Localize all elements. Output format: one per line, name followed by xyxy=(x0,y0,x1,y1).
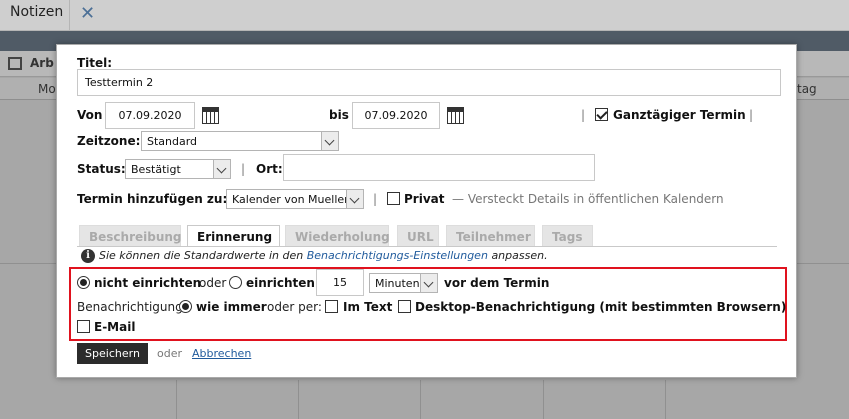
calendar-grid-line xyxy=(543,380,544,419)
from-label: Von xyxy=(77,108,103,122)
tools-icon[interactable]: ✕ xyxy=(80,3,95,24)
app-toolbar: Notizen ✕ xyxy=(0,0,849,31)
or-text: oder xyxy=(157,347,183,360)
tab-url[interactable]: URL xyxy=(397,225,439,246)
reminder-amount-input[interactable]: 15 xyxy=(316,269,364,296)
reminder-setup-radio[interactable] xyxy=(229,276,242,289)
timezone-select[interactable]: Standard xyxy=(141,131,339,151)
timezone-value: Standard xyxy=(147,135,198,148)
notify-always-radio[interactable] xyxy=(179,300,192,313)
reminder-setup-label: einrichten xyxy=(246,276,315,290)
calendar-grid-line xyxy=(176,380,177,419)
from-calendar-icon[interactable] xyxy=(202,107,219,124)
allday-checkbox[interactable] xyxy=(595,108,608,121)
tab-beschreibung[interactable]: Beschreibung xyxy=(79,225,182,246)
separator: | xyxy=(581,108,586,122)
calendar-select[interactable]: Kalender von Muellerx xyxy=(226,189,364,209)
info-prefix: Sie können die Standardwerte in den xyxy=(99,249,304,262)
calendar-grid-line xyxy=(665,380,666,419)
or-text: oder xyxy=(199,276,227,290)
separator: | xyxy=(373,192,378,206)
private-hint: — Versteckt Details in öffentlichen Kale… xyxy=(452,192,724,206)
reminder-unit-select[interactable]: Minuten xyxy=(369,273,438,293)
reminder-unit-value: Minuten xyxy=(375,277,420,290)
separator: | xyxy=(749,108,754,122)
toolbar-separator xyxy=(69,0,70,31)
to-calendar-icon[interactable] xyxy=(447,107,464,124)
or-via-text: oder per: xyxy=(267,300,322,314)
tab-tags[interactable]: Tags xyxy=(542,225,593,246)
chevron-down-icon xyxy=(321,132,338,150)
location-label: Ort: xyxy=(256,162,283,176)
notify-email-label: E-Mail xyxy=(94,320,136,334)
tab-erinnerung[interactable]: Erinnerung xyxy=(187,225,280,247)
column-header-left: Mo xyxy=(38,82,56,96)
calendar-grid-line xyxy=(298,380,299,419)
calendar-panel-title: Arb xyxy=(30,56,54,70)
info-text: Sie können die Standardwerte in den Bena… xyxy=(99,249,548,262)
timezone-label: Zeitzone: xyxy=(77,134,141,148)
calendar-select-value: Kalender von Muellerx xyxy=(232,193,355,206)
tab-wiederholung[interactable]: Wiederholung xyxy=(285,225,390,246)
title-input[interactable]: Testtermin 2 xyxy=(77,69,781,96)
tab-divider xyxy=(77,246,777,247)
location-input[interactable] xyxy=(283,154,595,181)
add-to-label: Termin hinzufügen zu: xyxy=(77,192,228,206)
notify-intext-label: Im Text xyxy=(343,300,393,314)
notify-desktop-checkbox[interactable] xyxy=(398,300,411,313)
title-label: Titel: xyxy=(77,56,113,70)
private-checkbox[interactable] xyxy=(387,192,400,205)
to-label: bis xyxy=(329,108,349,122)
status-value: Bestätigt xyxy=(131,163,181,176)
chevron-down-icon xyxy=(346,190,363,208)
appointment-dialog: Titel: Testtermin 2 Von 07.09.2020 bis 0… xyxy=(56,44,797,378)
notify-intext-checkbox[interactable] xyxy=(325,300,338,313)
private-label: Privat xyxy=(404,192,445,206)
save-button[interactable]: Speichern xyxy=(77,343,148,364)
separator: | xyxy=(241,162,246,176)
chevron-down-icon xyxy=(213,160,230,178)
cancel-link[interactable]: Abbrechen xyxy=(192,347,251,360)
calendar-grid-line xyxy=(420,380,421,419)
notify-email-checkbox[interactable] xyxy=(77,320,90,333)
calendar-icon xyxy=(8,57,22,70)
notify-desktop-label: Desktop-Benachrichtigung (mit bestimmten… xyxy=(415,300,787,314)
app-title[interactable]: Notizen xyxy=(10,4,63,20)
notification-settings-link[interactable]: Benachrichtigungs-Einstellungen xyxy=(307,249,488,262)
tab-teilnehmer[interactable]: Teilnehmer xyxy=(446,225,535,246)
allday-label: Ganztägiger Termin xyxy=(613,108,746,122)
column-header-right: tag xyxy=(797,82,817,96)
info-icon: i xyxy=(81,249,95,263)
notification-label: Benachrichtigung xyxy=(77,300,183,314)
notify-always-label: wie immer xyxy=(196,300,267,314)
to-date-input[interactable]: 07.09.2020 xyxy=(352,102,440,129)
info-suffix: anpassen. xyxy=(491,249,548,262)
reminder-none-label: nicht einrichten xyxy=(94,276,202,290)
before-appointment-text: vor dem Termin xyxy=(444,276,550,290)
status-select[interactable]: Bestätigt xyxy=(125,159,231,179)
reminder-none-radio[interactable] xyxy=(77,276,90,289)
chevron-down-icon xyxy=(420,274,437,292)
from-date-input[interactable]: 07.09.2020 xyxy=(105,102,195,129)
status-label: Status: xyxy=(77,162,126,176)
